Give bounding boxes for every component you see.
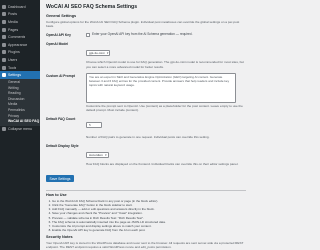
sidebar-item-label: Dashboard <box>8 4 26 9</box>
sidebar-item-pages[interactable]: Pages <box>0 26 40 34</box>
sidebar-item-media[interactable]: Media <box>0 18 40 26</box>
display-style-select[interactable]: Accordion <box>86 152 109 159</box>
custom-prompt-textarea[interactable]: You are an expert in SEO and Generative … <box>86 72 236 103</box>
how-to-step: Enable the OpenAI API key to generate FA… <box>52 228 246 232</box>
media-icon <box>2 19 6 24</box>
faq-count-row: Default FAQ Count 5 Number of FAQ pairs … <box>46 116 246 139</box>
collapse-icon <box>2 127 6 132</box>
page-title: WoCAI AI SEO FAQ Schema Settings <box>46 4 138 10</box>
divider <box>46 189 246 191</box>
settings-icon <box>2 73 6 78</box>
submenu-item[interactable]: WoCAI AI SEO FAQ Schema <box>0 119 40 125</box>
custom-prompt-label: Custom AI Prompt <box>46 73 75 78</box>
save-settings-button[interactable]: Save Settings <box>46 175 74 183</box>
sidebar-item-label: Comments <box>8 35 26 40</box>
posts-icon <box>2 12 6 17</box>
tools-icon <box>2 65 6 70</box>
sidebar-item-label: Plugins <box>8 50 20 55</box>
sidebar-item-dashboard[interactable]: Dashboard <box>0 3 40 11</box>
security-text: Your OpenAI API key is stored in the Wor… <box>46 240 244 250</box>
appearance-icon <box>2 42 6 47</box>
sidebar-item-label: Pages <box>8 27 19 32</box>
sidebar-item-plugins[interactable]: Plugins <box>0 49 40 57</box>
display-style-row: Default Display Style Accordion How FAQ … <box>46 143 246 166</box>
openai-key-checkbox[interactable] <box>86 32 90 37</box>
main-content: WoCAI AI SEO FAQ Schema Settings General… <box>46 4 246 249</box>
general-settings-desc: Configure global options for the WoCAI A… <box>46 20 240 29</box>
display-style-label: Default Display Style <box>46 144 79 149</box>
sidebar-item-tools[interactable]: Tools <box>0 64 40 72</box>
sidebar-item-label: Appearance <box>8 42 28 47</box>
openai-model-row: OpenAI Model gpt-4o-mini Choose which Op… <box>46 41 246 68</box>
sidebar-item-label: Media <box>8 19 18 24</box>
collapse-menu-button[interactable]: Collapse menu <box>0 126 40 134</box>
sidebar-item-label: Users <box>8 57 18 62</box>
faq-count-desc: Number of FAQ pairs to generate in one r… <box>86 135 210 140</box>
faq-count-input[interactable]: 5 <box>86 121 102 128</box>
comments-icon <box>2 35 6 40</box>
sidebar-item-label: Settings <box>8 73 21 78</box>
custom-prompt-row: Custom AI Prompt You are an expert in SE… <box>46 72 246 113</box>
openai-model-desc: Choose which OpenAI model to use for FAQ… <box>86 60 244 69</box>
custom-prompt-desc: Customize the prompt sent to OpenAI. Use… <box>86 103 243 113</box>
dashboard-icon <box>2 4 6 9</box>
sidebar-item-comments[interactable]: Comments <box>0 33 40 41</box>
faq-count-label: Default FAQ Count <box>46 117 76 122</box>
pages-icon <box>2 27 6 32</box>
openai-model-select[interactable]: gpt-4o-mini <box>86 50 111 57</box>
users-icon <box>2 57 6 62</box>
plugins-icon <box>2 50 6 55</box>
sidebar-item-label: Posts <box>8 12 17 17</box>
openai-key-text: Enter your OpenAI API key from the AI Sc… <box>92 32 193 37</box>
security-heading: Security Notes <box>46 234 73 239</box>
openai-key-row: OpenAI API Key Enter your OpenAI API key… <box>46 32 246 37</box>
how-to-use-heading: How to Use <box>46 193 67 198</box>
openai-model-label: OpenAI Model <box>46 42 69 47</box>
how-to-steps: Go to the WoCAI AI FAQ Schema block in a… <box>46 199 246 232</box>
display-style-desc: How FAQ blocks are displayed on the fron… <box>86 162 239 167</box>
collapse-label: Collapse menu <box>8 127 32 132</box>
sidebar-item-appearance[interactable]: Appearance <box>0 41 40 49</box>
openai-key-label: OpenAI API Key <box>46 33 71 38</box>
sidebar-item-settings[interactable]: Settings <box>0 71 40 79</box>
admin-sidebar: Dashboard Posts Media Pages Comments Appearan… <box>0 0 40 250</box>
sidebar-item-posts[interactable]: Posts <box>0 11 40 19</box>
sidebar-item-label: Tools <box>8 65 17 70</box>
sidebar-item-users[interactable]: Users <box>0 56 40 64</box>
general-settings-heading: General Settings <box>46 14 77 18</box>
settings-submenu: General Writing Reading Discussion Media Perm… <box>0 78 40 126</box>
